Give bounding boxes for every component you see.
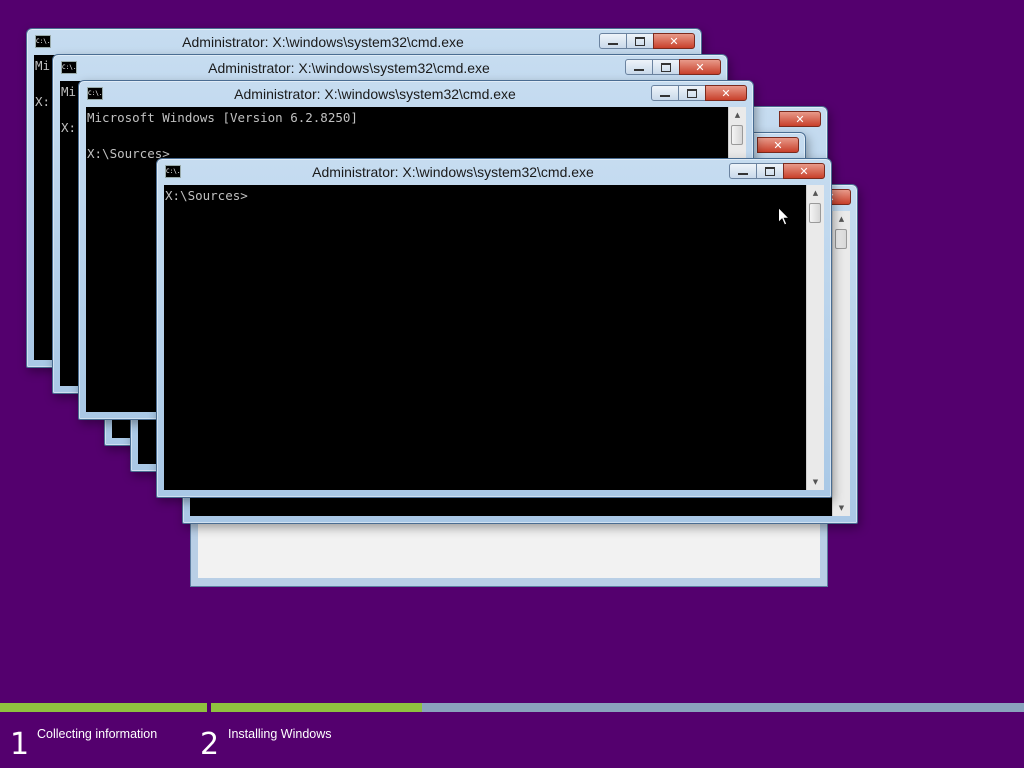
cmd-window-4[interactable]: C:\. Administrator: X:\windows\system32\…: [156, 158, 832, 498]
minimize-button[interactable]: [651, 85, 679, 101]
console-text: X:\Sources>: [165, 188, 248, 203]
console-text: Mi X:: [35, 58, 51, 109]
scroll-thumb[interactable]: [835, 229, 847, 249]
progress-fill-step-1: [0, 703, 207, 712]
close-icon: ✕: [773, 138, 783, 152]
window-controls: ✕: [625, 59, 721, 77]
setup-dialog-body: [198, 524, 820, 578]
minimize-button[interactable]: [599, 33, 627, 49]
minimize-icon: [608, 42, 618, 45]
window-controls: ✕: [599, 33, 695, 51]
close-icon: ✕: [695, 60, 705, 74]
maximize-button[interactable]: [652, 59, 680, 75]
minimize-button[interactable]: [729, 163, 757, 179]
scroll-down-arrow-icon[interactable]: ▼: [833, 500, 850, 516]
desktop: ✕ ✕ ✕ ▲ ▼ C:\. Administrator: X:\windows…: [0, 0, 1024, 768]
scroll-up-arrow-icon[interactable]: ▲: [729, 107, 746, 123]
scroll-thumb[interactable]: [731, 125, 743, 145]
close-icon: ✕: [669, 34, 679, 48]
step-number-2: 2: [200, 727, 220, 762]
window-title: Administrator: X:\windows\system32\cmd.e…: [182, 34, 464, 50]
close-button[interactable]: ✕: [705, 85, 747, 101]
window-controls: ✕: [757, 137, 799, 155]
step-label-1: Collecting information: [37, 727, 158, 741]
cmd-icon: C:\.: [61, 61, 77, 74]
window-controls: ✕: [729, 163, 825, 181]
window-title: Administrator: X:\windows\system32\cmd.e…: [208, 60, 490, 76]
window-controls: ✕: [651, 85, 747, 103]
console-area[interactable]: X:\Sources>: [164, 185, 807, 490]
minimize-icon: [738, 172, 748, 175]
maximize-icon: [765, 166, 775, 176]
window-title: Administrator: X:\windows\system32\cmd.e…: [312, 164, 594, 180]
scroll-up-arrow-icon[interactable]: ▲: [833, 211, 850, 227]
step-label-2: Installing Windows: [228, 727, 332, 741]
window-title: Administrator: X:\windows\system32\cmd.e…: [234, 86, 516, 102]
maximize-button[interactable]: [626, 33, 654, 49]
close-button[interactable]: ✕: [679, 59, 721, 75]
title-bar[interactable]: C:\. Administrator: X:\windows\system32\…: [27, 29, 701, 55]
close-button[interactable]: ✕: [653, 33, 695, 49]
step-number-1: 1: [10, 727, 30, 762]
close-icon: ✕: [795, 112, 805, 126]
setup-dialog: [190, 515, 828, 587]
vertical-scrollbar[interactable]: ▲ ▼: [806, 185, 824, 490]
maximize-button[interactable]: [756, 163, 784, 179]
maximize-icon: [687, 88, 697, 98]
window-controls: ✕: [779, 111, 821, 129]
close-icon: ✕: [799, 164, 809, 178]
progress-track-step-1: [0, 703, 207, 712]
close-button[interactable]: ✕: [779, 111, 821, 127]
mouse-pointer-icon: [778, 207, 790, 226]
scroll-down-arrow-icon[interactable]: ▼: [807, 474, 824, 490]
title-bar[interactable]: C:\. Administrator: X:\windows\system32\…: [157, 159, 831, 185]
close-icon: ✕: [721, 86, 731, 100]
title-bar[interactable]: C:\. Administrator: X:\windows\system32\…: [79, 81, 753, 107]
console-text: Microsoft Windows [Version 6.2.8250] X:\…: [87, 110, 358, 161]
cmd-icon: C:\.: [87, 87, 103, 100]
minimize-icon: [660, 94, 670, 97]
close-button[interactable]: ✕: [783, 163, 825, 179]
console-text: Mi X:: [61, 84, 77, 135]
close-button[interactable]: ✕: [757, 137, 799, 153]
maximize-button[interactable]: [678, 85, 706, 101]
scroll-up-arrow-icon[interactable]: ▲: [807, 185, 824, 201]
minimize-button[interactable]: [625, 59, 653, 75]
cmd-icon: C:\.: [35, 35, 51, 48]
vertical-scrollbar[interactable]: ▲ ▼: [832, 211, 850, 516]
progress-fill-step-2: [211, 703, 423, 712]
scroll-thumb[interactable]: [809, 203, 821, 223]
minimize-icon: [634, 68, 644, 71]
maximize-icon: [661, 62, 671, 72]
cmd-icon: C:\.: [165, 165, 181, 178]
maximize-icon: [635, 36, 645, 46]
progress-track-step-2: [211, 703, 1024, 712]
title-bar[interactable]: C:\. Administrator: X:\windows\system32\…: [53, 55, 727, 81]
